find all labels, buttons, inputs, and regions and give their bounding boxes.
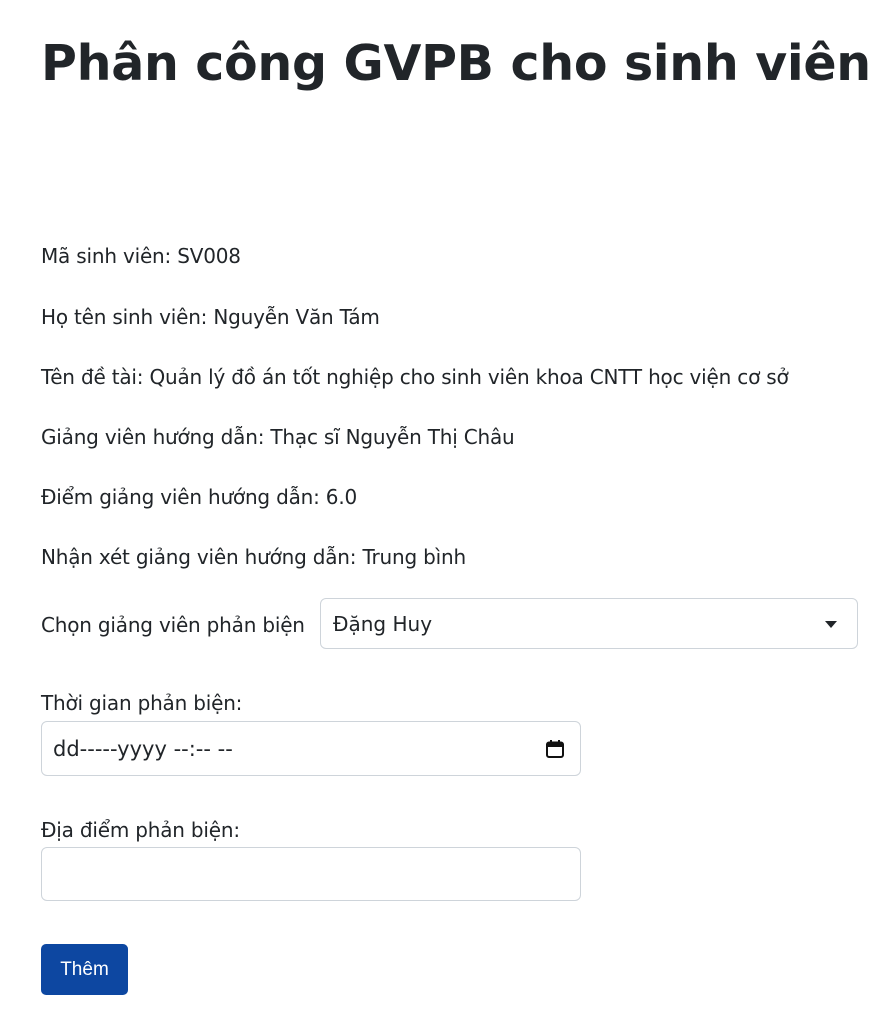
review-time-placeholder: dd-----yyyy --:-- -- [53, 737, 233, 761]
advisor-score-text: Điểm giảng viên hướng dẫn: 6.0 [41, 485, 358, 509]
advisor-text: Giảng viên hướng dẫn: Thạc sĩ Nguyễn Thị… [41, 425, 515, 449]
student-id-text: Mã sinh viên: SV008 [41, 244, 241, 268]
assign-reviewer-page: Phân công GVPB cho sinh viên Mã sinh viê… [0, 0, 890, 1032]
review-location-label: Địa điểm phản biện: [41, 818, 240, 842]
calendar-icon[interactable] [545, 739, 565, 759]
reviewer-select-label: Chọn giảng viên phản biện [41, 613, 305, 637]
chevron-down-icon [825, 621, 837, 628]
add-button[interactable]: Thêm [41, 944, 128, 995]
review-time-input[interactable]: dd-----yyyy --:-- -- [41, 721, 581, 776]
review-time-label: Thời gian phản biện: [41, 691, 243, 715]
page-title: Phân công GVPB cho sinh viên [41, 35, 871, 92]
reviewer-select-value: Đặng Huy [333, 612, 433, 636]
review-location-input[interactable] [41, 847, 581, 901]
student-name-text: Họ tên sinh viên: Nguyễn Văn Tám [41, 305, 380, 329]
reviewer-select[interactable]: Đặng Huy [320, 598, 858, 649]
advisor-comment-text: Nhận xét giảng viên hướng dẫn: Trung bìn… [41, 545, 466, 569]
topic-text: Tên đề tài: Quản lý đồ án tốt nghiệp cho… [41, 365, 789, 389]
